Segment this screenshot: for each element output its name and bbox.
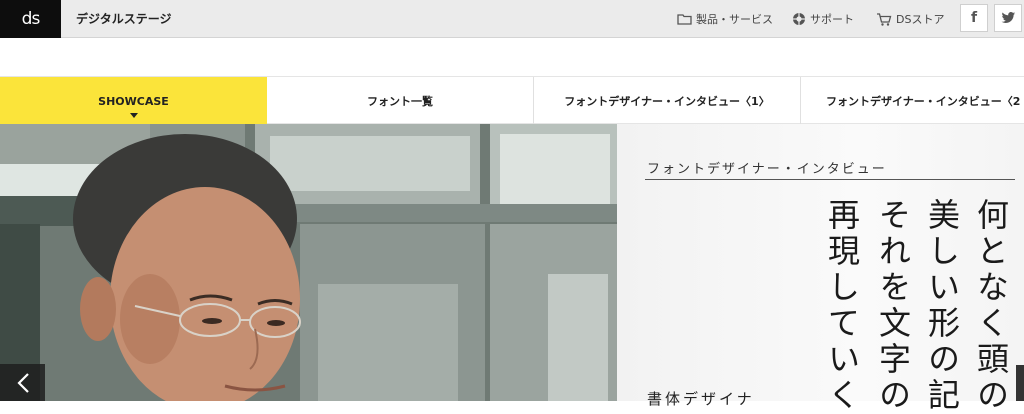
- facebook-icon: f: [970, 10, 978, 26]
- nav-showcase[interactable]: SHOWCASE: [0, 77, 267, 125]
- nav-interview-1[interactable]: フォントデザイナー・インタビュー〈1〉: [534, 77, 800, 125]
- hero-photo: [0, 124, 617, 401]
- ds-store-link-label: DSストア: [896, 13, 945, 26]
- ds-store-link[interactable]: DSストア: [876, 11, 944, 27]
- facebook-button[interactable]: f: [960, 4, 988, 32]
- logo-text: ds: [21, 9, 41, 29]
- main-nav: SHOWCASE フォント一覧 フォントデザイナー・インタビュー〈1〉 フォント…: [0, 76, 1024, 125]
- folder-icon: [677, 14, 692, 25]
- headline-column-4: 再現していく: [823, 198, 861, 414]
- nav-interview-2-label: フォントデザイナー・インタビュー〈2: [826, 95, 1021, 108]
- slider-prev-button[interactable]: [0, 364, 45, 401]
- headline-column-2: 美しい形の記: [923, 198, 961, 414]
- chevron-left-icon: [16, 372, 29, 393]
- slider-next-edge[interactable]: [1016, 365, 1024, 401]
- cart-icon: [877, 12, 892, 26]
- nav-font-list-label: フォント一覧: [367, 95, 433, 108]
- headline-column-1: 何となく頭の: [972, 198, 1010, 414]
- top-bar: ds デジタルステージ 製品・サービス サポート DSストア f: [0, 0, 1024, 38]
- kicker-divider: [645, 179, 1015, 180]
- headline-column-3: それを文字の: [874, 198, 912, 414]
- support-link[interactable]: サポート: [792, 11, 854, 27]
- lifebuoy-icon: [792, 12, 806, 26]
- products-link-label: 製品・サービス: [696, 13, 773, 26]
- nav-showcase-label: SHOWCASE: [98, 94, 169, 108]
- nav-interview-1-label: フォントデザイナー・インタビュー〈1〉: [564, 95, 770, 108]
- hero-caption: 書体デザイナ: [647, 390, 755, 408]
- interviewee-photo: [0, 124, 617, 401]
- twitter-button[interactable]: [994, 4, 1022, 32]
- nav-font-list[interactable]: フォント一覧: [267, 77, 533, 125]
- hero-kicker: フォントデザイナー・インタビュー: [647, 162, 887, 177]
- twitter-icon: [1001, 12, 1015, 23]
- support-link-label: サポート: [810, 13, 854, 26]
- site-title[interactable]: デジタルステージ: [76, 10, 172, 27]
- products-link[interactable]: 製品・サービス: [677, 11, 773, 27]
- ds-logo[interactable]: ds: [0, 0, 61, 38]
- nav-interview-2[interactable]: フォントデザイナー・インタビュー〈2: [801, 77, 1024, 125]
